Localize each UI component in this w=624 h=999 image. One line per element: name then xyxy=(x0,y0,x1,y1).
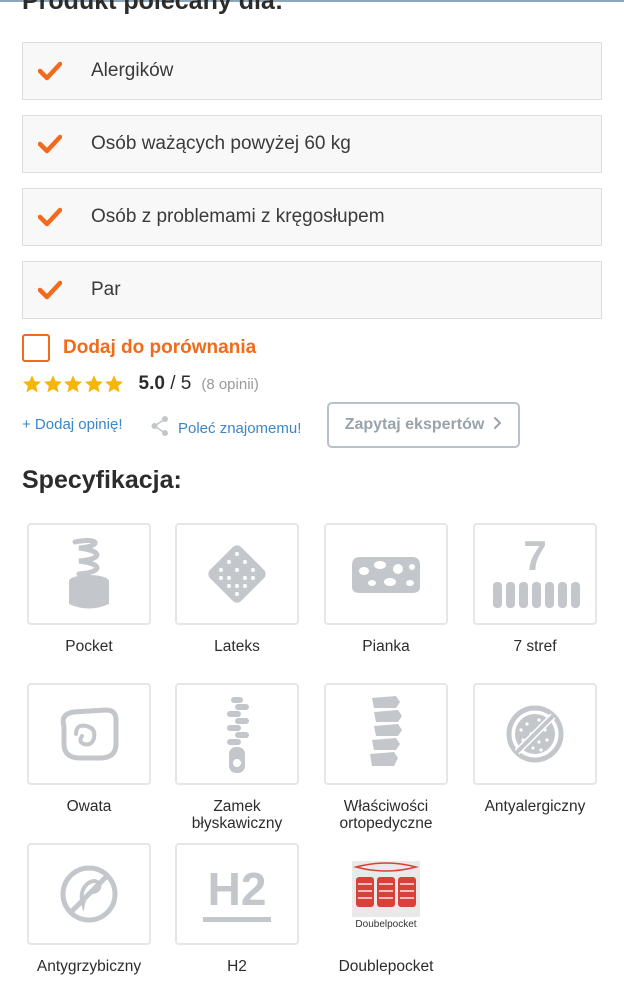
spec-caption: H2 xyxy=(227,958,247,975)
star-icon xyxy=(105,375,123,393)
star-icon xyxy=(23,375,41,393)
spec-tile xyxy=(27,843,151,945)
spec-tile xyxy=(473,683,597,785)
spec-item-orthopedic: Właściwości ortopedyczne xyxy=(319,683,453,832)
rating-max: / 5 xyxy=(164,373,192,394)
spec-tile xyxy=(324,523,448,625)
spec-item-pocket: Pocket xyxy=(22,523,156,655)
spec-tile: H2 xyxy=(175,843,299,945)
review-count[interactable]: (8 opinii) xyxy=(201,376,259,393)
spec-tile xyxy=(27,523,151,625)
recommended-item: Osób z problemami z kręgosłupem xyxy=(22,188,602,246)
spring-icon xyxy=(69,538,109,609)
checkmark-icon xyxy=(23,61,91,81)
spec-caption: Doublepocket xyxy=(338,958,434,975)
spec-item-h2: H2 H2 xyxy=(170,843,304,975)
recommended-item-label: Alergików xyxy=(91,60,174,81)
share-icon xyxy=(150,415,170,442)
star-rating xyxy=(22,374,125,394)
spec-item-zipper: Zamek błyskawiczny xyxy=(170,683,304,832)
recommended-item-label: Osób z problemami z kręgosłupem xyxy=(91,206,385,227)
spec-tile: Doubelpocket xyxy=(324,843,448,945)
hardness-label: H2 xyxy=(208,863,267,915)
spec-caption: Zamek błyskawiczny xyxy=(191,798,283,832)
compare-toggle[interactable]: Dodaj do porównania xyxy=(22,334,256,362)
spec-item-anti-allergy: Antyalergiczny xyxy=(468,683,602,815)
spec-tile: 7 xyxy=(473,523,597,625)
spec-item-7-zones: 7 7 stref xyxy=(468,523,602,655)
spec-caption: Pianka xyxy=(362,638,410,655)
checkmark-icon xyxy=(23,280,91,300)
doublepocket-icon-text: Doubelpocket xyxy=(355,919,416,930)
spec-caption: Lateks xyxy=(214,638,260,655)
specification-heading: Specyfikacja: xyxy=(22,466,182,494)
doublepocket-icon: Doubelpocket xyxy=(352,861,420,930)
zones-number: 7 xyxy=(523,532,546,579)
spec-tile xyxy=(27,683,151,785)
recommended-item: Par xyxy=(22,261,602,319)
rating-score: 5.0 / 5 xyxy=(139,373,192,395)
latex-icon xyxy=(208,545,266,603)
recommended-item-label: Osób ważących powyżej 60 kg xyxy=(91,133,351,154)
spec-tile xyxy=(324,683,448,785)
compare-checkbox[interactable] xyxy=(22,334,50,362)
spec-item-wadding: Owata xyxy=(22,683,156,815)
compare-label[interactable]: Dodaj do porównania xyxy=(63,337,256,359)
star-icon xyxy=(64,375,82,393)
spec-caption: Antygrzybiczny xyxy=(36,958,142,975)
seven-zones-icon: 7 xyxy=(493,532,580,608)
spec-tile xyxy=(175,523,299,625)
star-icon xyxy=(43,375,62,393)
recommend-link[interactable]: Poleć znajomemu! xyxy=(150,415,301,442)
spec-caption: Pocket xyxy=(65,638,113,655)
spine-icon xyxy=(370,696,402,766)
rating-value: 5.0 xyxy=(138,373,165,394)
recommended-item: Alergików xyxy=(22,42,602,100)
spec-item-anti-fungal: Antygrzybiczny xyxy=(22,843,156,975)
star-icon xyxy=(84,375,103,393)
spec-item-foam: Pianka xyxy=(319,523,453,655)
rating-summary: 5.0 / 5 (8 opinii) xyxy=(22,373,259,395)
checkmark-icon xyxy=(23,207,91,227)
spec-caption: 7 stref xyxy=(513,638,557,655)
spec-caption: Antyalergiczny xyxy=(484,798,586,815)
chevron-right-icon xyxy=(493,416,502,435)
spec-tile xyxy=(175,683,299,785)
recommended-item-label: Par xyxy=(91,279,121,300)
recommended-list: Alergików Osób ważących powyżej 60 kg Os… xyxy=(22,42,602,334)
spec-caption: Owata xyxy=(66,798,112,815)
spec-caption: Właściwości ortopedyczne xyxy=(339,798,433,832)
spec-item-doublepocket: Doubelpocket Doublepocket xyxy=(319,843,453,975)
recommended-item: Osób ważących powyżej 60 kg xyxy=(22,115,602,173)
review-actions: + Dodaj opinię! Poleć znajomemu! Zapytaj… xyxy=(22,402,522,448)
ask-experts-label[interactable]: Zapytaj ekspertów xyxy=(345,416,485,434)
zipper-icon xyxy=(227,697,249,773)
hardness-h2-icon: H2 xyxy=(203,863,271,922)
ask-experts-button[interactable]: Zapytaj ekspertów xyxy=(327,402,520,448)
add-review-link[interactable]: + Dodaj opinię! xyxy=(22,416,123,433)
spec-item-latex: Lateks xyxy=(170,523,304,655)
recommend-label[interactable]: Poleć znajomemu! xyxy=(178,420,301,437)
checkmark-icon xyxy=(23,134,91,154)
anti-fungal-icon xyxy=(60,865,118,923)
recommended-heading: Produkt polecany dla: xyxy=(22,0,284,15)
anti-allergy-icon xyxy=(506,705,564,763)
specification-grid: Pocket Lateks Pianka 7 7 stref Owata Zam… xyxy=(22,523,606,983)
foam-icon xyxy=(352,557,420,593)
wadding-icon xyxy=(60,707,119,761)
